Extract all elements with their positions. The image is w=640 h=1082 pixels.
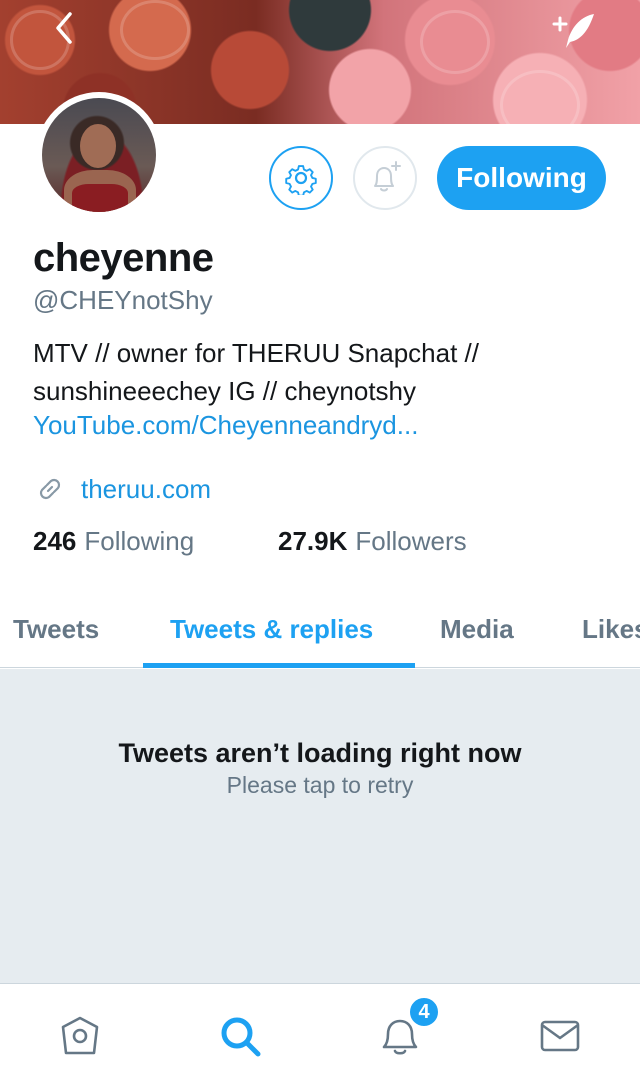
link-icon <box>39 478 61 500</box>
profile-tabs: Tweets Tweets & replies Media Likes <box>0 590 640 668</box>
bio-line: sunshineeechey IG // cheynotshy <box>33 376 417 406</box>
avatar-photo <box>42 98 156 212</box>
retry-prompt[interactable]: Please tap to retry <box>0 772 640 799</box>
search-icon <box>221 1017 261 1057</box>
bottom-tab-bar <box>0 983 640 1082</box>
followers-label: Followers <box>355 526 467 556</box>
tab-media[interactable]: Media <box>440 590 514 668</box>
avatar[interactable] <box>36 92 162 218</box>
following-count: 246 <box>33 526 77 556</box>
notifications-badge: 4 <box>408 996 440 1028</box>
settings-button[interactable] <box>269 146 333 210</box>
compose-tweet-button[interactable] <box>552 10 600 54</box>
active-tab-indicator <box>143 663 415 668</box>
notifications-toggle-button[interactable] <box>353 146 417 210</box>
banner-rose-detail <box>500 70 580 124</box>
compose-feather-icon <box>552 14 594 48</box>
profile-handle: @CHEYnotShy <box>33 285 213 315</box>
avatar-face <box>80 124 116 168</box>
banner-rose-detail <box>420 10 490 74</box>
chevron-left-icon <box>56 12 72 44</box>
bio-line: MTV // owner for THERUU Snapchat // <box>33 338 479 368</box>
tweet-feed[interactable] <box>0 669 640 983</box>
following-button[interactable]: Following <box>437 146 606 210</box>
messages-icon <box>540 1020 580 1052</box>
followers-count: 27.9K <box>278 526 348 556</box>
tabbar-home[interactable] <box>56 1012 104 1060</box>
tabbar-messages[interactable] <box>536 1012 584 1060</box>
tab-tweets-and-replies[interactable]: Tweets & replies <box>170 590 373 668</box>
profile-name: cheyenne <box>33 236 214 280</box>
gear-icon <box>285 165 317 195</box>
feed-error-title: Tweets aren’t loading right now <box>118 738 522 768</box>
website-link-text: theruu.com <box>81 473 212 504</box>
tabbar-search[interactable] <box>216 1012 264 1060</box>
bell-plus-icon <box>374 161 401 192</box>
profile-bio: MTV // owner for THERUU Snapchat // suns… <box>33 334 613 410</box>
avatar-top <box>72 184 128 212</box>
profile-website[interactable]: theruu.com <box>33 470 211 508</box>
tab-likes[interactable]: Likes <box>582 590 640 668</box>
bio-youtube-link[interactable]: YouTube.com/Cheyenneandryd... <box>33 410 418 441</box>
home-icon <box>61 1016 99 1055</box>
banner-rose-detail <box>120 0 190 60</box>
tab-tweets[interactable]: Tweets <box>13 590 99 668</box>
following-label: Following <box>84 526 195 556</box>
following-stat[interactable]: 246 Following <box>33 526 278 557</box>
follow-stats: 246 Following 27.9K Followers <box>33 526 467 557</box>
back-button[interactable] <box>44 8 88 52</box>
followers-stat[interactable]: 27.9K Followers <box>278 526 467 557</box>
